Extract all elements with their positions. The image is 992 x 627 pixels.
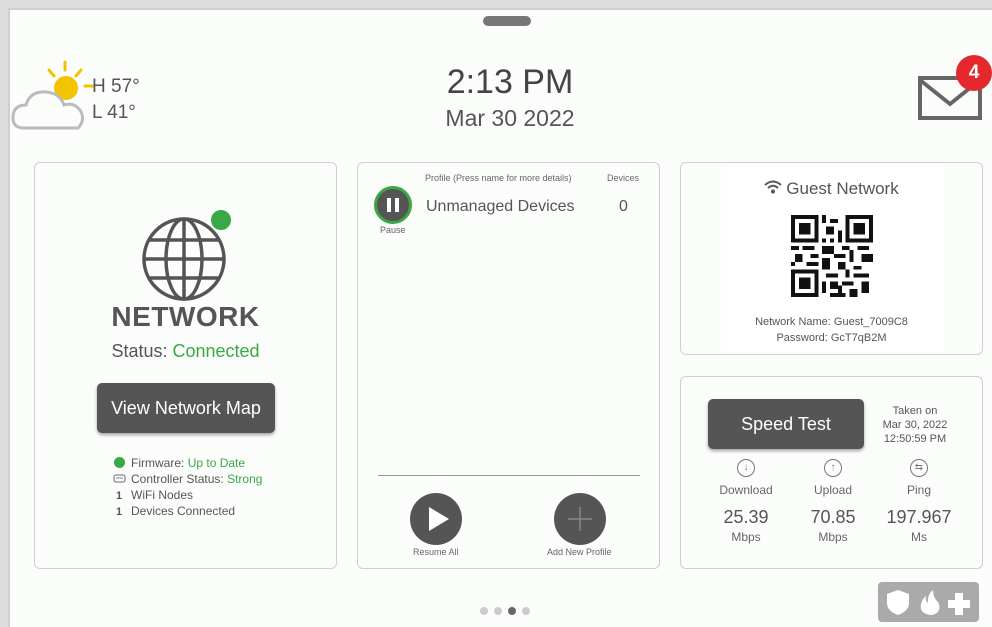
divider <box>378 475 640 476</box>
date: Mar 30 2022 <box>445 105 575 131</box>
pause-button[interactable] <box>374 186 412 224</box>
add-profile-label: Add New Profile <box>547 547 612 557</box>
play-icon <box>429 507 449 531</box>
notification-badge: 4 <box>956 55 992 91</box>
page-dot-4[interactable] <box>522 607 530 615</box>
speed-test-timestamp: Taken on Mar 30, 2022 12:50:59 PM <box>875 404 955 446</box>
devices-row: 1 Devices Connected <box>112 503 235 520</box>
low-temperature: L 41° <box>92 102 136 123</box>
status-value: Connected <box>172 341 260 361</box>
page-dot-3[interactable] <box>508 607 516 615</box>
profile-column-header: Profile (Press name for more details) <box>425 173 572 183</box>
shield-icon <box>887 590 909 615</box>
emergency-button[interactable] <box>878 582 979 622</box>
plus-icon <box>568 507 592 531</box>
firmware-value: Up to Date <box>187 456 246 470</box>
page-dot-2[interactable] <box>494 607 502 615</box>
wifi-nodes-row: 1 WiFi Nodes <box>112 487 193 504</box>
profile-device-count: 0 <box>619 198 628 215</box>
upload-value: 70.85 <box>810 507 856 527</box>
ping-label: Ping <box>906 483 932 497</box>
wifi-nodes-count: 1 <box>115 490 123 502</box>
upload-metric: ↑ Upload 70.85 Mbps <box>788 459 878 544</box>
download-value: 25.39 <box>723 507 769 527</box>
resume-all-label: Resume All <box>413 547 459 557</box>
wifi-nodes-label: WiFi Nodes <box>131 488 194 502</box>
taken-time: 12:50:59 PM <box>883 433 947 445</box>
upload-unit: Mbps <box>818 530 848 544</box>
page-indicator[interactable] <box>480 602 536 620</box>
guest-title-row: Guest Network <box>681 179 982 199</box>
network-title: NETWORK <box>111 301 260 332</box>
partly-cloudy-icon <box>11 60 95 130</box>
pull-down-handle[interactable] <box>483 16 531 26</box>
download-metric: ↓ Download 25.39 Mbps <box>701 459 791 544</box>
pause-label: Pause <box>380 225 406 235</box>
screen: H 57° L 41° 2:13 PM Mar 30 2022 4 NETWOR… <box>8 8 992 627</box>
page-dot-1[interactable] <box>480 607 488 615</box>
resume-all-button[interactable] <box>410 493 462 545</box>
firmware-row: Firmware: Up to Date <box>112 455 245 472</box>
qr-code-image <box>791 215 873 297</box>
download-unit: Mbps <box>731 530 761 544</box>
router-icon <box>112 474 126 483</box>
wifi-icon <box>764 180 782 194</box>
upload-arrow-icon: ↑ <box>824 459 842 477</box>
view-network-map-button[interactable]: View Network Map <box>97 383 275 433</box>
emergency-icons <box>887 590 970 615</box>
status-label: Status: <box>111 341 168 361</box>
firmware-ok-icon <box>113 457 125 468</box>
profile-name[interactable]: Unmanaged Devices <box>426 198 575 216</box>
upload-label: Upload <box>813 483 853 497</box>
ping-metric: ⇆ Ping 197.967 Ms <box>874 459 964 544</box>
download-arrow-icon: ↓ <box>737 459 755 477</box>
network-status: Status: Connected <box>35 341 336 362</box>
taken-on-label: Taken on <box>892 405 938 417</box>
add-profile-button[interactable] <box>554 493 606 545</box>
ping-value: 197.967 <box>886 507 952 527</box>
controller-value: Strong <box>227 472 263 486</box>
guest-password: Password: GcT7qB2M <box>776 332 887 344</box>
controller-row: Controller Status: Strong <box>112 471 262 488</box>
ping-arrows-icon: ⇆ <box>910 459 928 477</box>
time: 2:13 PM <box>446 63 574 101</box>
globe-icon <box>142 208 233 301</box>
speed-test-button[interactable]: Speed Test <box>708 399 864 449</box>
medical-cross-icon <box>948 593 970 615</box>
download-label: Download <box>719 483 773 497</box>
guest-network-card[interactable]: Guest Network Network Name: Guest_7009C8… <box>680 162 983 355</box>
profiles-card: Profile (Press name for more details) De… <box>357 162 660 569</box>
controller-label: Controller Status: <box>131 472 224 486</box>
devices-column-header: Devices <box>607 173 640 183</box>
high-temperature: H 57° <box>92 76 140 97</box>
fire-icon <box>920 590 940 615</box>
guest-network-name: Network Name: Guest_7009C8 <box>755 316 908 328</box>
clock: 2:13 PM Mar 30 2022 <box>390 62 630 134</box>
firmware-label: Firmware: <box>131 456 185 470</box>
devices-count: 1 <box>115 506 123 518</box>
taken-date: Mar 30, 2022 <box>882 419 948 431</box>
devices-label: Devices Connected <box>131 504 236 518</box>
network-card[interactable]: NETWORK Status: Connected View Network M… <box>34 162 337 569</box>
ping-unit: Ms <box>911 530 927 544</box>
speed-test-card: Speed Test Taken on Mar 30, 2022 12:50:5… <box>680 376 983 569</box>
guest-title: Guest Network <box>786 179 899 198</box>
pause-icon <box>387 198 399 212</box>
weather-widget[interactable]: H 57° L 41° <box>10 58 160 138</box>
